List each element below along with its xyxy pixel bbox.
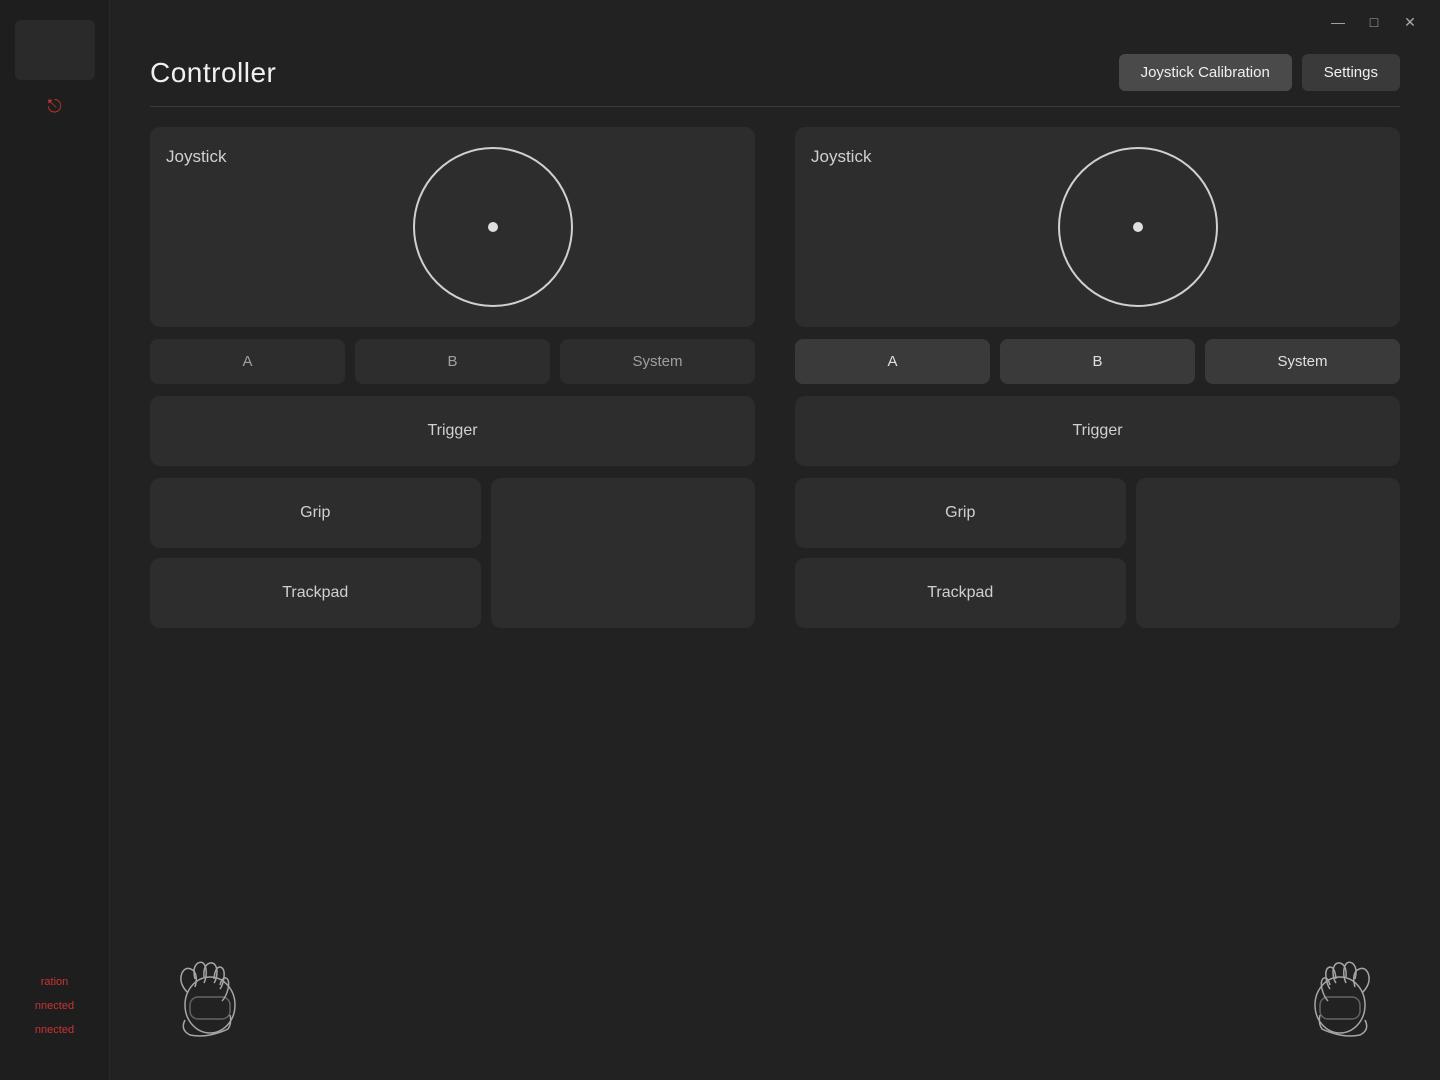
right-trackpad-label: Trackpad bbox=[927, 584, 993, 602]
left-grip-trackpad-left: Grip Trackpad bbox=[150, 478, 481, 628]
sidebar: ⎋ ration nnected nnected bbox=[0, 0, 110, 1080]
left-side-panel bbox=[491, 478, 755, 628]
right-joystick-circle-container bbox=[891, 147, 1384, 307]
right-grip-panel[interactable]: Grip bbox=[795, 478, 1126, 548]
right-joystick-panel: Joystick bbox=[795, 127, 1400, 327]
page-title: Controller bbox=[150, 57, 276, 89]
right-grip-trackpad-left: Grip Trackpad bbox=[795, 478, 1126, 628]
left-joystick-circle-container bbox=[246, 147, 739, 307]
right-button-system[interactable]: System bbox=[1205, 339, 1400, 384]
joystick-calibration-button[interactable]: Joystick Calibration bbox=[1119, 54, 1292, 91]
left-trigger-panel[interactable]: Trigger bbox=[150, 396, 755, 466]
main-content: — □ ✕ Controller Joystick Calibration Se… bbox=[110, 0, 1440, 1080]
right-trackpad-panel[interactable]: Trackpad bbox=[795, 558, 1126, 628]
controllers-area: Joystick A B System Trigger bbox=[110, 127, 1440, 930]
left-grip-label: Grip bbox=[300, 504, 330, 522]
left-joystick-label: Joystick bbox=[166, 143, 226, 167]
right-joystick-circle[interactable] bbox=[1058, 147, 1218, 307]
left-controller-panel: Joystick A B System Trigger bbox=[150, 127, 755, 930]
sidebar-block bbox=[15, 20, 95, 80]
hands-area bbox=[110, 930, 1440, 1080]
left-trigger-label: Trigger bbox=[427, 422, 477, 440]
left-button-b[interactable]: B bbox=[355, 339, 550, 384]
right-side-panel bbox=[1136, 478, 1400, 628]
left-buttons-row: A B System bbox=[150, 339, 755, 384]
left-button-system[interactable]: System bbox=[560, 339, 755, 384]
left-joystick-circle[interactable] bbox=[413, 147, 573, 307]
right-hand-illustration bbox=[1280, 940, 1400, 1050]
close-button[interactable]: ✕ bbox=[1396, 8, 1424, 36]
right-joystick-dot bbox=[1133, 222, 1143, 232]
right-trigger-label: Trigger bbox=[1072, 422, 1122, 440]
sidebar-status-1: ration bbox=[41, 976, 69, 988]
header-divider bbox=[150, 106, 1400, 107]
left-grip-panel[interactable]: Grip bbox=[150, 478, 481, 548]
right-grip-label: Grip bbox=[945, 504, 975, 522]
right-trigger-panel[interactable]: Trigger bbox=[795, 396, 1400, 466]
right-joystick-label: Joystick bbox=[811, 143, 871, 167]
left-trackpad-panel[interactable]: Trackpad bbox=[150, 558, 481, 628]
left-hand-illustration bbox=[150, 940, 270, 1050]
settings-button[interactable]: Settings bbox=[1302, 54, 1400, 91]
left-button-a[interactable]: A bbox=[150, 339, 345, 384]
left-hand-svg bbox=[160, 945, 260, 1045]
right-button-b[interactable]: B bbox=[1000, 339, 1195, 384]
left-trackpad-label: Trackpad bbox=[282, 584, 348, 602]
right-grip-trackpad-row: Grip Trackpad bbox=[795, 478, 1400, 628]
right-controller-panel: Joystick A B System Trigger bbox=[795, 127, 1400, 930]
left-joystick-dot bbox=[488, 222, 498, 232]
sidebar-status-2: nnected bbox=[35, 1000, 74, 1012]
header-buttons: Joystick Calibration Settings bbox=[1119, 54, 1400, 91]
right-button-a[interactable]: A bbox=[795, 339, 990, 384]
title-bar: — □ ✕ bbox=[110, 0, 1440, 44]
left-joystick-panel: Joystick bbox=[150, 127, 755, 327]
app-header: Controller Joystick Calibration Settings bbox=[110, 44, 1440, 106]
minimize-button[interactable]: — bbox=[1324, 8, 1352, 36]
maximize-button[interactable]: □ bbox=[1360, 8, 1388, 36]
export-icon[interactable]: ⎋ bbox=[47, 96, 61, 117]
left-grip-trackpad-row: Grip Trackpad bbox=[150, 478, 755, 628]
right-buttons-row: A B System bbox=[795, 339, 1400, 384]
right-hand-svg bbox=[1290, 945, 1390, 1045]
sidebar-status-3: nnected bbox=[35, 1024, 74, 1036]
